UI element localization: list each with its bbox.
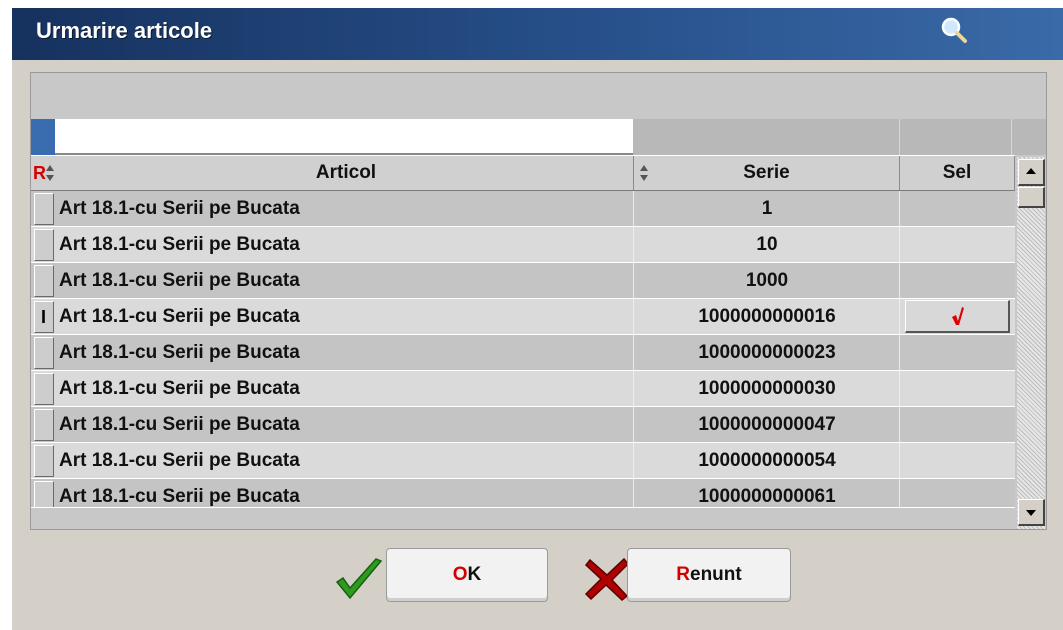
title-bar[interactable]: Urmarire articole <box>12 8 1063 60</box>
table-row[interactable]: Art 18.1-cu Serii pe Bucata 1000 <box>31 263 1015 299</box>
table-row[interactable]: I Art 18.1-cu Serii pe Bucata 100000000001… <box>31 299 1015 335</box>
column-divider <box>1011 119 1012 155</box>
arrow-down-icon <box>1026 510 1036 516</box>
checkmark-icon <box>335 558 383 600</box>
renunt-button[interactable]: Renunt <box>627 548 791 602</box>
cell-articol[interactable]: Art 18.1-cu Serii pe Bucata <box>59 479 631 507</box>
cell-sel[interactable] <box>900 263 1014 298</box>
cross-icon <box>584 557 630 601</box>
cell-articol[interactable]: Art 18.1-cu Serii pe Bucata <box>59 443 631 478</box>
cell-serie[interactable]: 1000000000047 <box>635 407 899 442</box>
cell-serie[interactable]: 1000000000016 <box>635 299 899 334</box>
filter-row-indicator <box>31 119 55 155</box>
column-divider <box>899 119 900 155</box>
ok-label: K <box>467 564 482 585</box>
cell-serie[interactable]: 1000000000030 <box>635 371 899 406</box>
column-header-sel[interactable]: Sel <box>900 156 1015 190</box>
cell-articol[interactable]: Art 18.1-cu Serii pe Bucata <box>59 191 631 226</box>
cell-articol[interactable]: Art 18.1-cu Serii pe Bucata <box>59 299 631 334</box>
vertical-scrollbar[interactable] <box>1017 157 1045 529</box>
cell-articol[interactable]: Art 18.1-cu Serii pe Bucata <box>59 227 631 262</box>
ok-accel-letter: O <box>452 564 468 585</box>
articol-filter-input[interactable] <box>55 119 633 155</box>
grid-panel: R Articol Serie Sel Art 18.1-cu Serii pe… <box>30 72 1047 530</box>
column-divider <box>633 299 634 334</box>
table-row[interactable]: Art 18.1-cu Serii pe Bucata 1000000000061 <box>31 479 1015 507</box>
column-divider <box>633 335 634 370</box>
column-divider <box>633 263 634 298</box>
scroll-up-button[interactable] <box>1018 159 1045 186</box>
column-divider <box>633 443 634 478</box>
row-selector[interactable] <box>34 445 54 477</box>
column-divider <box>899 299 900 334</box>
row-selector[interactable] <box>34 481 54 507</box>
column-divider <box>633 479 634 507</box>
arrow-up-icon <box>1026 168 1036 174</box>
renunt-label: enunt <box>690 564 742 585</box>
table-row[interactable]: Art 18.1-cu Serii pe Bucata 1000000000030 <box>31 371 1015 407</box>
filter-row <box>31 119 1046 155</box>
row-selector[interactable]: I <box>34 301 54 333</box>
column-divider <box>633 191 634 226</box>
cell-serie[interactable]: 1000000000061 <box>635 479 899 507</box>
ok-button[interactable]: OK <box>386 548 548 602</box>
table-row[interactable]: Art 18.1-cu Serii pe Bucata 1 <box>31 191 1015 227</box>
search-icon[interactable] <box>938 15 970 47</box>
row-selector[interactable] <box>34 229 54 261</box>
cell-articol[interactable]: Art 18.1-cu Serii pe Bucata <box>59 371 631 406</box>
sort-icon[interactable] <box>45 164 55 182</box>
sel-check-icon <box>952 307 964 325</box>
table-row[interactable]: Art 18.1-cu Serii pe Bucata 1000000000023 <box>31 335 1015 371</box>
grid-header: R Articol Serie Sel <box>31 155 1015 192</box>
urmarire-articole-window: Urmarire articole R Articol Serie Sel Ar… <box>12 8 1063 630</box>
cell-sel[interactable] <box>900 479 1014 507</box>
column-divider <box>633 227 634 262</box>
column-header-articol[interactable]: Articol <box>59 156 634 190</box>
cell-sel[interactable] <box>900 443 1014 478</box>
grid-rows: Art 18.1-cu Serii pe Bucata 1 Art 18.1-cu … <box>31 191 1015 507</box>
row-selector[interactable] <box>34 373 54 405</box>
table-row[interactable]: Art 18.1-cu Serii pe Bucata 1000000000047 <box>31 407 1015 443</box>
cell-sel[interactable] <box>900 191 1014 226</box>
renunt-accel-letter: R <box>676 564 690 585</box>
window-title: Urmarire articole <box>36 18 213 43</box>
column-header-serie[interactable]: Serie <box>634 156 900 190</box>
cell-serie[interactable]: 1 <box>635 191 899 226</box>
cell-articol[interactable]: Art 18.1-cu Serii pe Bucata <box>59 263 631 298</box>
grid-footer <box>31 507 1015 528</box>
cell-serie[interactable]: 1000 <box>635 263 899 298</box>
row-selector[interactable] <box>34 193 54 225</box>
column-divider <box>633 407 634 442</box>
cell-serie[interactable]: 1000000000023 <box>635 335 899 370</box>
cell-sel[interactable] <box>900 371 1014 406</box>
cell-sel[interactable] <box>900 407 1014 442</box>
column-divider <box>633 371 634 406</box>
row-selector[interactable] <box>34 337 54 369</box>
table-row[interactable]: Art 18.1-cu Serii pe Bucata 10 <box>31 227 1015 263</box>
scroll-thumb[interactable] <box>1018 187 1045 208</box>
cell-articol[interactable]: Art 18.1-cu Serii pe Bucata <box>59 407 631 442</box>
row-selector[interactable] <box>34 265 54 297</box>
cell-sel[interactable] <box>900 227 1014 262</box>
row-selector[interactable] <box>34 409 54 441</box>
scroll-down-button[interactable] <box>1018 499 1045 526</box>
sel-toggle-button[interactable] <box>905 300 1010 333</box>
current-row-cursor-icon: I <box>41 307 47 327</box>
table-row[interactable]: Art 18.1-cu Serii pe Bucata 1000000000054 <box>31 443 1015 479</box>
cell-serie[interactable]: 1000000000054 <box>635 443 899 478</box>
cell-serie[interactable]: 10 <box>635 227 899 262</box>
cell-sel[interactable] <box>900 335 1014 370</box>
cell-articol[interactable]: Art 18.1-cu Serii pe Bucata <box>59 335 631 370</box>
